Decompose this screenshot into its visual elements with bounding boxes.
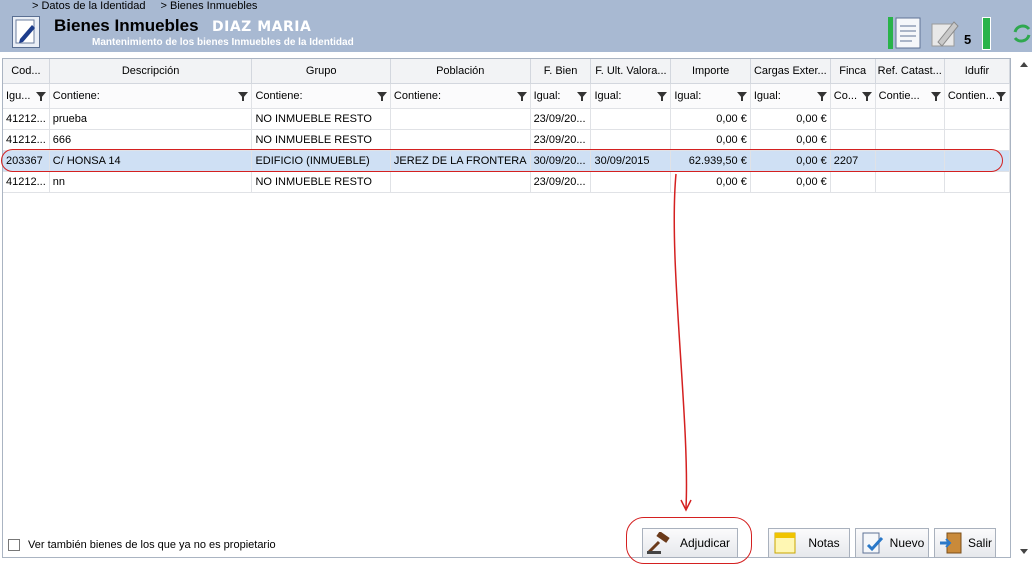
annotation-arrow xyxy=(673,173,692,512)
